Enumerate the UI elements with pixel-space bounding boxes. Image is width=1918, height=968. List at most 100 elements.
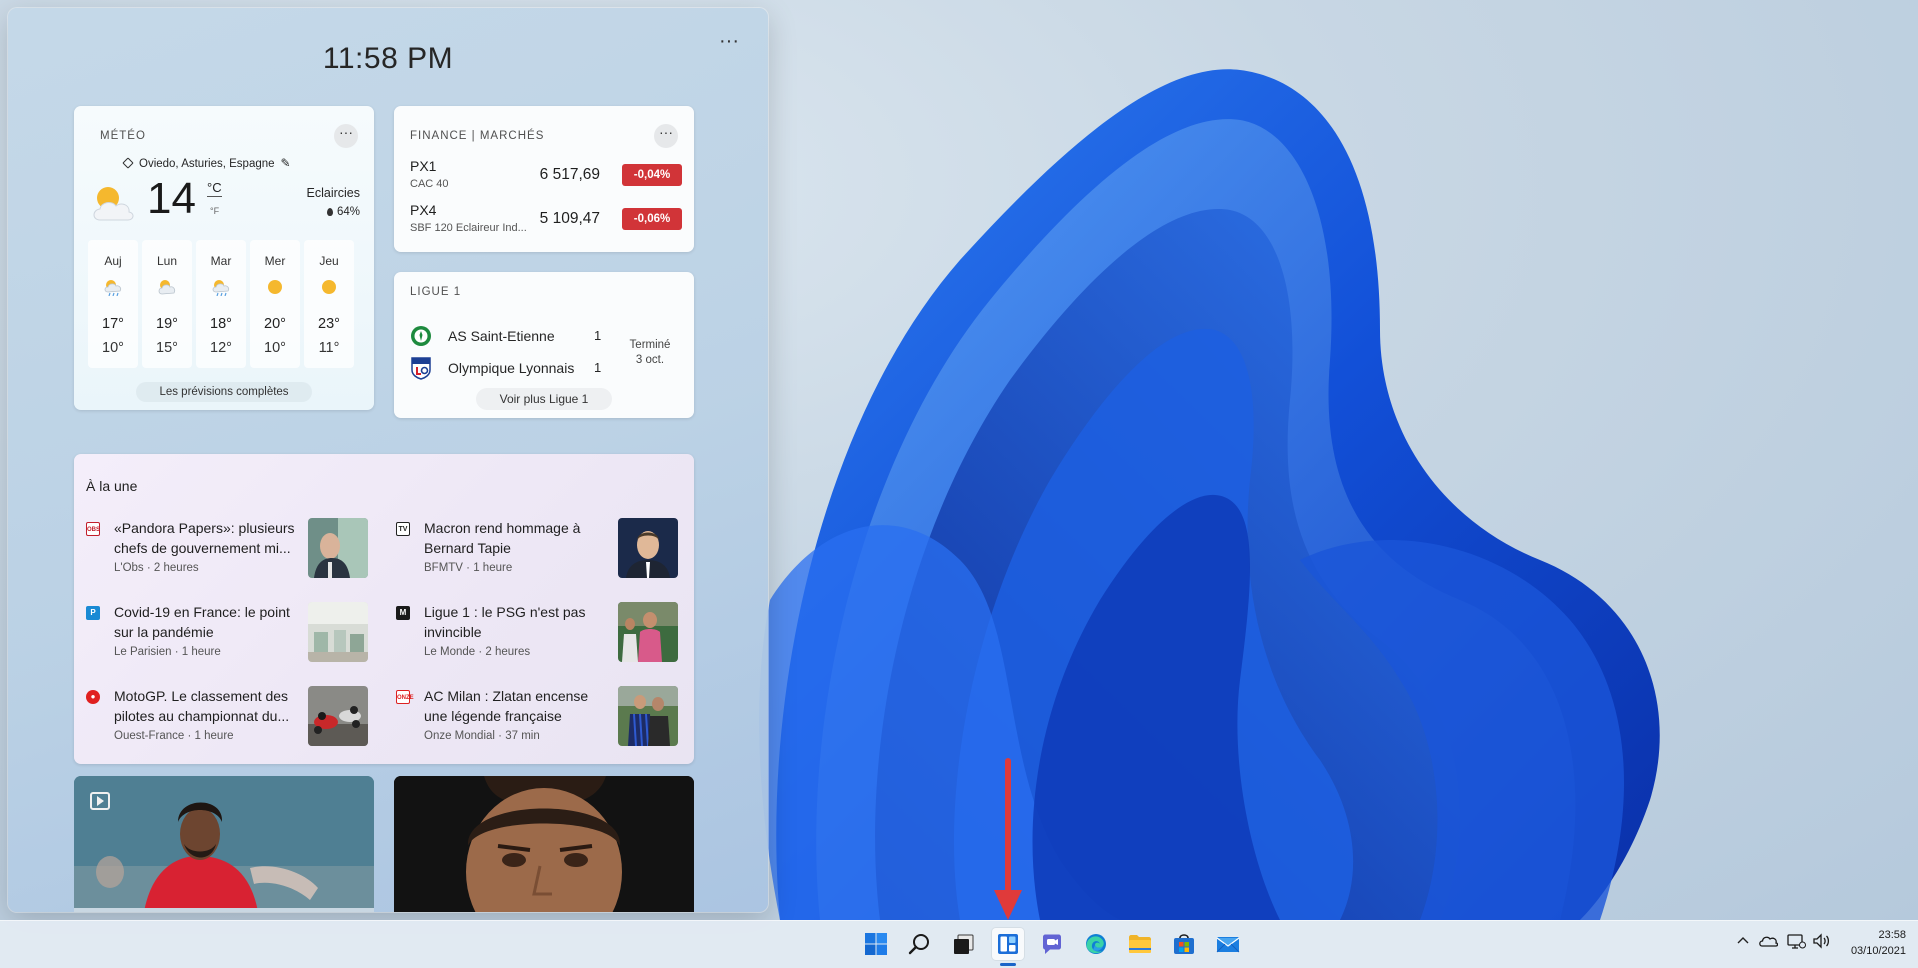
weather-humidity-value: 64% xyxy=(336,206,360,218)
taskbar-clock-time[interactable]: 23:58 xyxy=(1860,929,1906,941)
forecast-day-name: Mar xyxy=(210,254,232,268)
forecast-day-name: Auj xyxy=(104,254,122,268)
top-stories-title: À la une xyxy=(86,478,138,494)
ligue1-title: LIGUE 1 xyxy=(410,286,462,298)
weather-condition: Eclaircies xyxy=(306,186,361,200)
finance-widget[interactable]: FINANCE | MARCHÉS ··· PX1 CAC 40 6 517,6… xyxy=(394,106,694,252)
ouest-france-logo-icon: ● xyxy=(86,690,100,704)
edit-pencil-icon[interactable]: ✎ xyxy=(281,156,291,170)
forecast-day-name: Lun xyxy=(156,254,178,268)
celsius-toggle[interactable]: °C xyxy=(207,180,222,197)
news-age: 2 heures xyxy=(485,646,531,658)
photo-story-card[interactable] xyxy=(394,776,694,912)
weather-location-label: Oviedo, Asturies, Espagne xyxy=(139,158,275,170)
news-source: Le Parisien xyxy=(114,646,172,658)
story-thumbnail-image xyxy=(394,776,694,912)
news-meta: Onze Mondial · 37 min xyxy=(424,730,540,742)
news-item[interactable]: M Ligue 1 : le PSG n'est pas invincible … xyxy=(396,602,696,668)
bfmtv-logo-icon: TV xyxy=(396,522,410,536)
mail-icon[interactable] xyxy=(1212,928,1244,960)
active-app-indicator xyxy=(1000,963,1016,966)
forecast-high: 20° xyxy=(264,316,286,332)
forecast-day-name: Jeu xyxy=(319,254,339,268)
stock-name: SBF 120 Eclaireur Ind... xyxy=(410,222,527,234)
sun-icon xyxy=(268,280,282,294)
weather-title: MÉTÉO xyxy=(100,130,146,142)
weather-humidity: 64% xyxy=(326,206,360,218)
widgets-icon[interactable] xyxy=(992,928,1024,960)
news-item[interactable]: ● MotoGP. Le classement des pilotes au c… xyxy=(86,686,386,752)
news-age: 2 heures xyxy=(153,562,199,574)
partly-cloudy-icon xyxy=(93,187,134,221)
match-status-label: Terminé xyxy=(629,339,671,351)
ligue1-widget[interactable]: LIGUE 1 AS Saint-Etienne 1 Olympique Lyo… xyxy=(394,272,694,418)
location-pin-icon xyxy=(122,157,134,169)
news-thumbnail-image xyxy=(618,686,678,746)
news-meta: Ouest-France · 1 heure xyxy=(114,730,234,742)
forecast-high: 19° xyxy=(156,316,178,332)
news-item[interactable]: OBS «Pandora Papers»: plusieurs chefs de… xyxy=(86,518,386,584)
teams-chat-icon[interactable] xyxy=(1036,928,1068,960)
lobs-logo-icon: OBS xyxy=(86,522,100,536)
forecast-day[interactable]: Lun 19° 15° xyxy=(142,240,192,368)
news-meta: Le Monde · 2 heures xyxy=(424,646,531,658)
news-source: Onze Mondial xyxy=(424,730,495,742)
saint-etienne-logo-icon xyxy=(411,326,431,346)
team-score: 1 xyxy=(594,328,602,343)
le-monde-logo-icon: M xyxy=(396,606,410,620)
taskbar-clock-date[interactable]: 03/10/2021 xyxy=(1844,945,1906,957)
stock-row-px4[interactable]: PX4 SBF 120 Eclaireur Ind... 5 109,47 -0… xyxy=(410,202,682,240)
team-row-home[interactable]: AS Saint-Etienne 1 xyxy=(410,324,610,348)
task-view-icon[interactable] xyxy=(948,928,980,960)
news-title: AC Milan : Zlatan encense une légende fr… xyxy=(424,688,589,724)
windows-start-icon[interactable] xyxy=(860,928,892,960)
finance-more-button[interactable]: ··· xyxy=(654,124,678,148)
stock-symbol: PX4 xyxy=(410,202,437,218)
news-age: 1 heure xyxy=(194,730,234,742)
stock-row-px1[interactable]: PX1 CAC 40 6 517,69 -0,04% xyxy=(410,158,682,196)
file-explorer-icon[interactable] xyxy=(1124,928,1156,960)
news-item[interactable]: P Covid-19 en France: le point sur la pa… xyxy=(86,602,386,668)
onedrive-icon[interactable] xyxy=(1758,932,1778,950)
widgets-more-button[interactable]: ··· xyxy=(712,30,746,58)
stock-change-badge: -0,04% xyxy=(622,164,682,186)
video-thumbnail-image xyxy=(74,776,374,912)
widgets-time: 11:58 PM xyxy=(322,42,454,75)
match-date: 3 oct. xyxy=(635,354,665,366)
chevron-up-icon[interactable] xyxy=(1736,934,1750,948)
weather-more-button[interactable]: ··· xyxy=(334,124,358,148)
weather-location[interactable]: Oviedo, Asturies, Espagne ✎ xyxy=(122,156,344,170)
match-status: Terminé 3 oct. xyxy=(618,338,682,368)
fahrenheit-toggle[interactable]: °F xyxy=(210,206,219,216)
forecast-high: 17° xyxy=(102,316,124,332)
lyon-logo-icon xyxy=(411,357,431,380)
forecast-day[interactable]: Auj 17° 10° xyxy=(88,240,138,368)
forecast-day[interactable]: Mar 18° 12° xyxy=(196,240,246,368)
forecast-low: 11° xyxy=(318,340,340,356)
microsoft-store-icon[interactable] xyxy=(1168,928,1200,960)
partly-cloudy-icon xyxy=(158,280,176,295)
news-thumbnail-image xyxy=(308,686,368,746)
news-item[interactable]: ONZE AC Milan : Zlatan encense une légen… xyxy=(396,686,696,752)
stock-name: CAC 40 xyxy=(410,178,449,190)
sun-icon xyxy=(322,280,336,294)
full-forecast-link[interactable]: Les prévisions complètes xyxy=(136,382,312,402)
stock-change-badge: -0,06% xyxy=(622,208,682,230)
news-source: Le Monde xyxy=(424,646,476,658)
news-title: «Pandora Papers»: plusieurs chefs de gou… xyxy=(114,520,295,556)
stock-price: 5 109,47 xyxy=(539,210,600,227)
network-icon[interactable] xyxy=(1786,932,1806,950)
forecast-day[interactable]: Jeu 23° 11° xyxy=(304,240,354,368)
news-age: 1 heure xyxy=(473,562,513,574)
news-title: Covid-19 en France: le point sur la pand… xyxy=(114,604,290,640)
volume-icon[interactable] xyxy=(1812,932,1832,950)
edge-icon[interactable] xyxy=(1080,928,1112,960)
search-icon[interactable] xyxy=(904,928,936,960)
forecast-day[interactable]: Mer 20° 10° xyxy=(250,240,300,368)
team-row-away[interactable]: Olympique Lyonnais 1 xyxy=(410,356,610,380)
weather-widget[interactable]: MÉTÉO ··· Oviedo, Asturies, Espagne ✎ 14 … xyxy=(74,106,374,410)
news-source: Ouest-France xyxy=(114,730,185,742)
video-story-card[interactable] xyxy=(74,776,374,912)
ligue1-more-link[interactable]: Voir plus Ligue 1 xyxy=(476,388,612,410)
news-item[interactable]: TV Macron rend hommage à Bernard Tapie B… xyxy=(396,518,696,584)
